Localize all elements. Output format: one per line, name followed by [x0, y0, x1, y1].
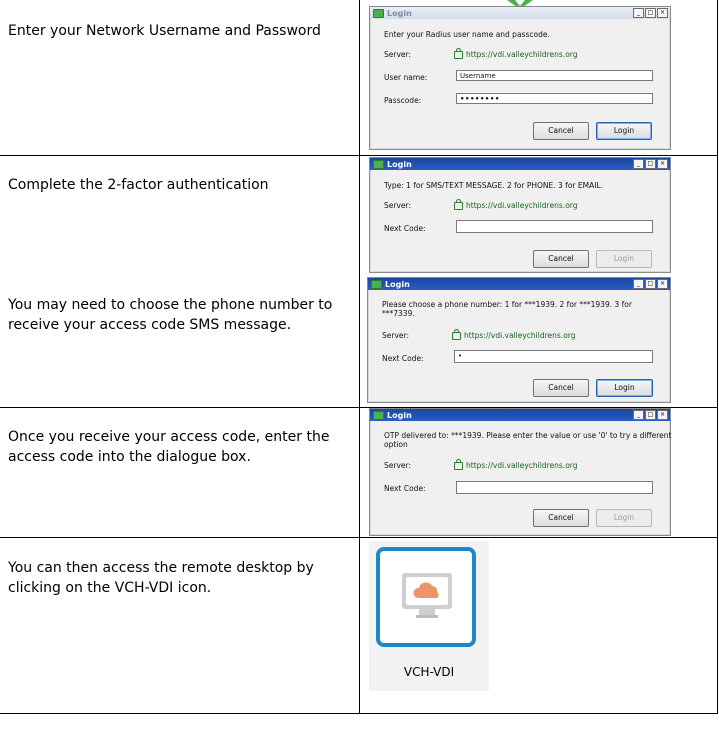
close-icon[interactable]: ×	[657, 410, 668, 420]
login-button[interactable]: Login	[596, 509, 652, 527]
next-code-label: Next Code:	[384, 224, 426, 233]
username-label: User name:	[384, 73, 428, 82]
username-input[interactable]: Username	[456, 70, 653, 81]
dialog-title: Login	[387, 8, 412, 18]
maximize-icon[interactable]: □	[645, 8, 656, 18]
step-3-instruction: You may need to choose the phone number …	[8, 297, 333, 333]
minimize-icon[interactable]: _	[633, 410, 644, 420]
step-5-instruction: You can then access the remote desktop b…	[8, 560, 314, 596]
login-dialog-choose-phone: Login _ □ × Please choose a phone number: …	[367, 277, 671, 403]
step-4-instruction: Once you receive your access code, enter…	[8, 429, 330, 465]
login-button[interactable]: Login	[596, 379, 653, 397]
lock-icon	[452, 328, 461, 340]
monitor-icon	[402, 573, 452, 609]
table-bottom-border	[0, 713, 718, 714]
dialog-titlebar: Login	[370, 158, 670, 170]
server-label: Server:	[384, 201, 411, 210]
server-url: https://vdi.valleychildrens.org	[454, 47, 578, 59]
next-code-input[interactable]	[456, 220, 653, 233]
dialog-title: Login	[387, 410, 412, 420]
vch-vdi-shortcut[interactable]: VCH-VDI	[369, 541, 489, 691]
cancel-button[interactable]: Cancel	[533, 250, 589, 268]
monitor-base	[416, 615, 438, 618]
minimize-icon[interactable]: _	[633, 279, 644, 289]
next-code-label: Next Code:	[384, 484, 426, 493]
login-dialog-2fa-type: Login _ □ × Type: 1 for SMS/TEXT MESSAGE. …	[369, 157, 671, 273]
column-divider	[359, 0, 360, 714]
maximize-icon[interactable]: □	[645, 410, 656, 420]
dialog-titlebar: Login	[370, 7, 670, 19]
vdi-app-tile[interactable]	[376, 547, 476, 647]
login-dialog-enter-otp: Login _ □ × OTP delivered to: ***1939. Ple…	[369, 408, 671, 536]
server-url: https://vdi.valleychildrens.org	[452, 328, 576, 340]
dialog-title: Login	[385, 279, 410, 289]
cloud-icon	[413, 582, 439, 598]
next-code-input[interactable]	[456, 481, 653, 494]
dialog-titlebar: Login	[370, 409, 670, 421]
server-label: Server:	[384, 50, 411, 59]
login-button[interactable]: Login	[596, 250, 652, 268]
cancel-button[interactable]: Cancel	[533, 122, 589, 140]
passcode-input[interactable]: ••••••••	[456, 93, 653, 104]
step-2-instruction: Complete the 2-factor authentication	[8, 177, 269, 193]
row-divider	[0, 537, 718, 538]
table-right-border	[717, 0, 718, 714]
vdi-label: VCH-VDI	[403, 665, 455, 679]
maximize-icon[interactable]: □	[645, 279, 656, 289]
next-code-label: Next Code:	[382, 354, 424, 363]
dialog-prompt: Enter your Radius user name and passcode…	[384, 30, 550, 39]
app-icon	[373, 410, 384, 420]
dialog-prompt-line-1: OTP delivered to: ***1939. Please enter …	[384, 431, 672, 440]
lock-icon	[454, 47, 463, 59]
step-1-instruction: Enter your Network Username and Password	[8, 23, 321, 39]
dialog-prompt-line-2: ***7339.	[382, 309, 415, 318]
app-icon	[373, 159, 384, 169]
maximize-icon[interactable]: □	[645, 159, 656, 169]
dialog-prompt-line-2: option	[384, 440, 408, 449]
server-label: Server:	[382, 331, 409, 340]
login-button[interactable]: Login	[596, 122, 652, 140]
minimize-icon[interactable]: _	[633, 8, 644, 18]
dialog-titlebar: Login	[368, 278, 670, 290]
dialog-prompt: Type: 1 for SMS/TEXT MESSAGE. 2 for PHON…	[384, 181, 603, 190]
close-icon[interactable]: ×	[657, 159, 668, 169]
app-icon	[371, 279, 382, 289]
dialog-title: Login	[387, 159, 412, 169]
lock-icon	[454, 458, 463, 470]
lock-icon	[454, 198, 463, 210]
cancel-button[interactable]: Cancel	[533, 379, 589, 397]
close-icon[interactable]: ×	[657, 279, 668, 289]
close-icon[interactable]: ×	[657, 8, 668, 18]
server-url: https://vdi.valleychildrens.org	[454, 198, 578, 210]
window-controls: _ □ ×	[633, 279, 668, 289]
minimize-icon[interactable]: _	[633, 159, 644, 169]
window-controls: _ □ ×	[633, 410, 668, 420]
server-url: https://vdi.valleychildrens.org	[454, 458, 578, 470]
passcode-label: Passcode:	[384, 96, 422, 105]
dialog-prompt-line-1: Please choose a phone number: 1 for ***1…	[382, 300, 632, 309]
app-icon	[373, 8, 384, 18]
window-controls: _ □ ×	[633, 8, 668, 18]
cancel-button[interactable]: Cancel	[533, 509, 589, 527]
server-label: Server:	[384, 461, 411, 470]
next-code-input[interactable]: •	[454, 350, 653, 363]
window-controls: _ □ ×	[633, 159, 668, 169]
row-divider	[0, 155, 718, 156]
login-dialog-credentials: Login _ □ × Enter your Radius user name an…	[369, 6, 671, 150]
